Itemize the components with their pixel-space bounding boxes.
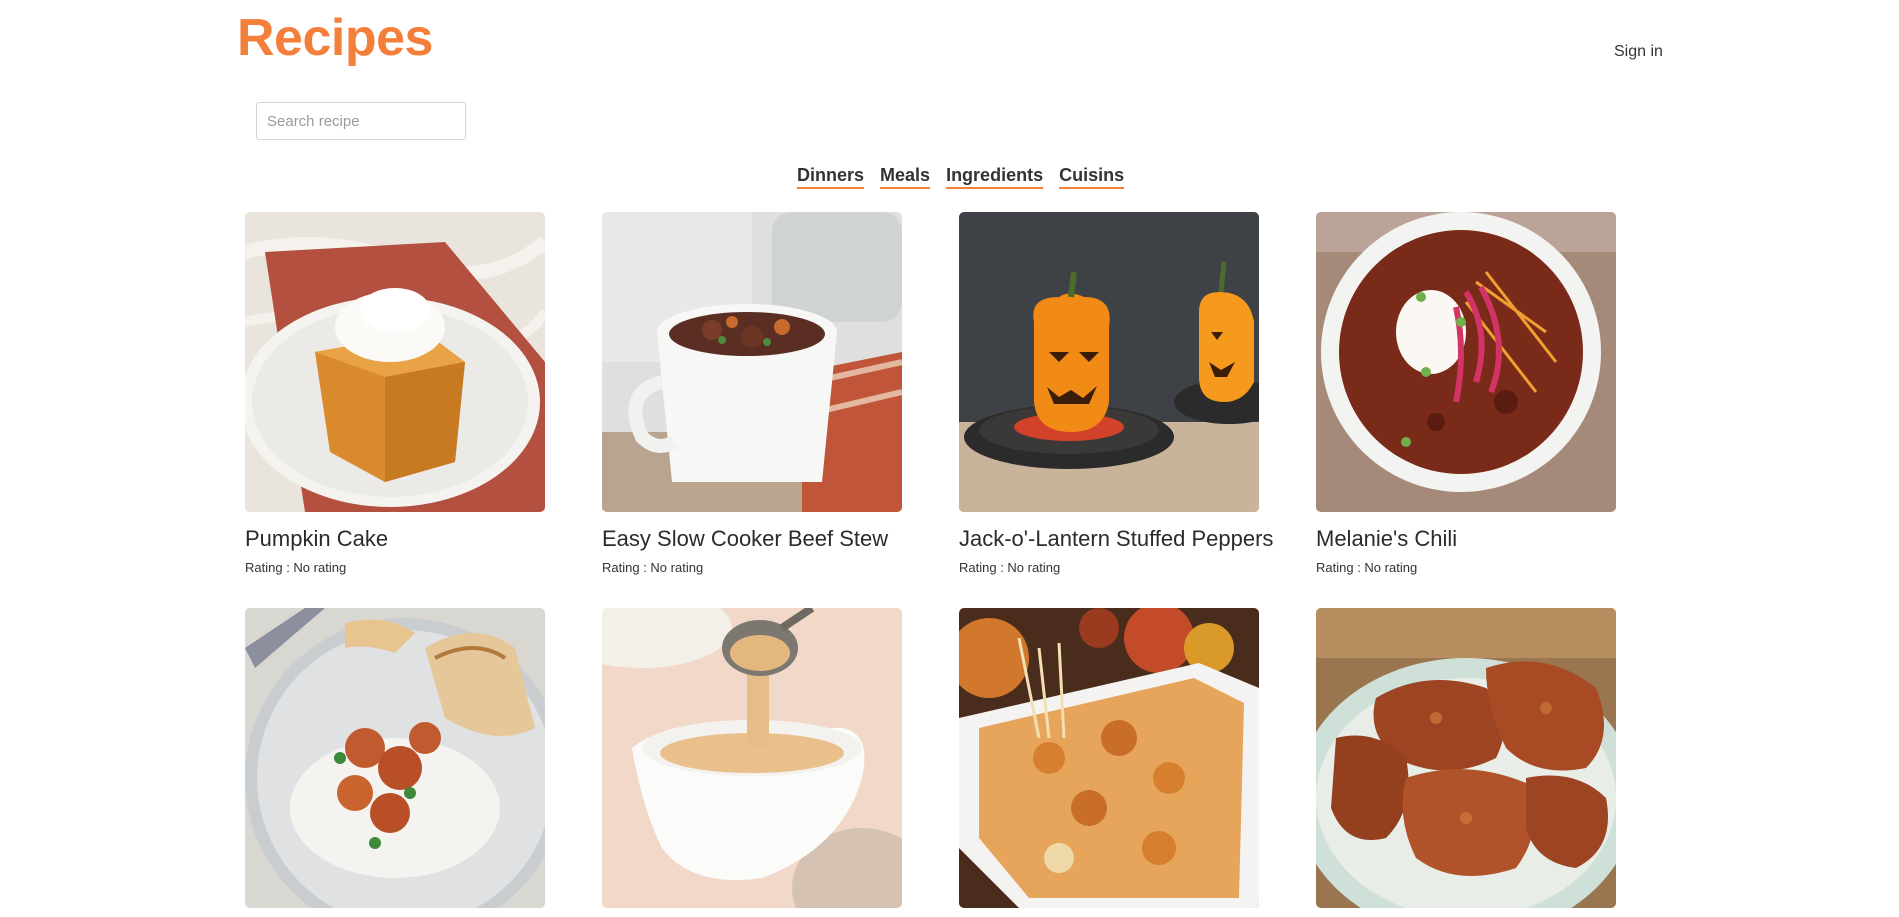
nav-link-ingredients[interactable]: Ingredients (946, 165, 1044, 189)
recipe-rating: Rating : No rating (959, 560, 1259, 575)
site-logo[interactable]: Recipes (237, 8, 433, 68)
recipe-image[interactable] (245, 608, 545, 908)
recipe-rating: Rating : No rating (602, 560, 902, 575)
recipe-image[interactable] (959, 608, 1259, 908)
recipe-title[interactable]: Jack-o'-Lantern Stuffed Peppers (959, 526, 1273, 552)
recipe-rating: Rating : No rating (1316, 560, 1616, 575)
recipe-card[interactable] (245, 608, 545, 908)
recipe-rating: Rating : No rating (245, 560, 545, 575)
recipe-image[interactable] (959, 212, 1259, 512)
rating-value: No rating (1364, 560, 1418, 575)
nav-link-dinners[interactable]: Dinners (797, 165, 865, 189)
rating-label: Rating : (245, 560, 294, 575)
rating-label: Rating : (602, 560, 651, 575)
rating-value: No rating (1007, 560, 1061, 575)
nav-link-meals[interactable]: Meals (880, 165, 931, 189)
rating-value: No rating (650, 560, 704, 575)
recipe-image[interactable] (1316, 212, 1616, 512)
search-input[interactable] (256, 102, 466, 140)
recipe-card[interactable]: Melanie's Chili Rating : No rating (1316, 212, 1616, 575)
recipe-card[interactable]: Pumpkin Cake Rating : No rating (245, 212, 545, 575)
recipe-grid: Pumpkin Cake Rating : No rating Easy Slo… (245, 212, 1616, 908)
rating-label: Rating : (1316, 560, 1365, 575)
rating-label: Rating : (959, 560, 1008, 575)
recipe-card[interactable] (602, 608, 902, 908)
rating-value: No rating (293, 560, 347, 575)
sign-in-link[interactable]: Sign in (1614, 43, 1663, 61)
nav-link-cuisins[interactable]: Cuisins (1059, 165, 1125, 189)
recipe-image[interactable] (602, 608, 902, 908)
recipe-card[interactable]: Jack-o'-Lantern Stuffed Peppers Rating :… (959, 212, 1273, 575)
recipe-card[interactable]: Easy Slow Cooker Beef Stew Rating : No r… (602, 212, 902, 575)
recipe-title[interactable]: Pumpkin Cake (245, 526, 545, 552)
recipe-title[interactable]: Melanie's Chili (1316, 526, 1616, 552)
recipe-image[interactable] (245, 212, 545, 512)
recipe-card[interactable] (1316, 608, 1616, 908)
recipe-image[interactable] (1316, 608, 1616, 908)
recipe-image[interactable] (602, 212, 902, 512)
recipe-title[interactable]: Easy Slow Cooker Beef Stew (602, 526, 902, 552)
category-nav: Dinners Meals Ingredients Cuisins (797, 165, 1125, 189)
recipe-card[interactable] (959, 608, 1259, 908)
